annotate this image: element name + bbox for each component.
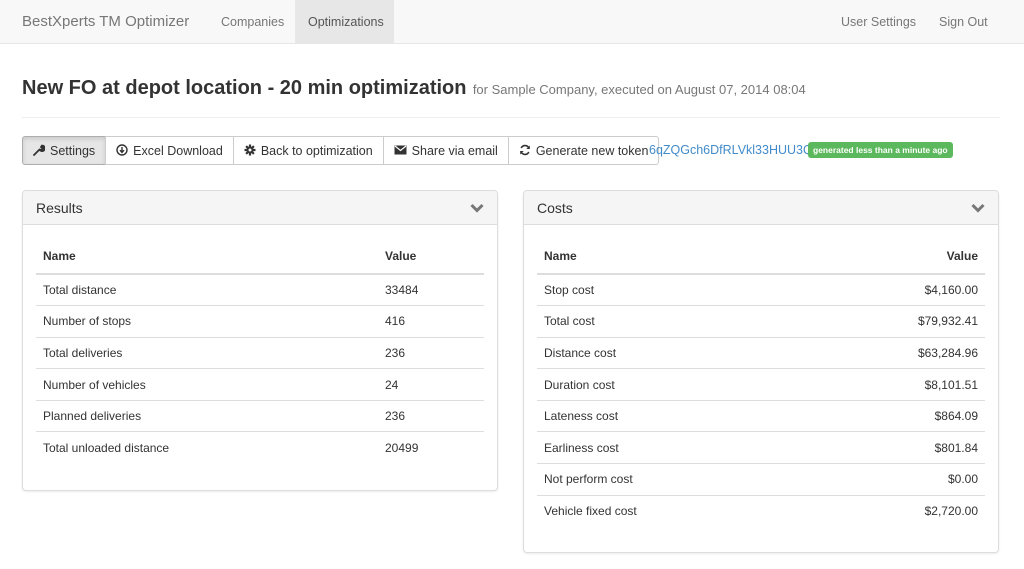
- cog-icon: [244, 144, 256, 158]
- nav-sign-out[interactable]: Sign Out: [926, 0, 1001, 44]
- results-panel-title: Results: [36, 200, 83, 216]
- row-value: 416: [378, 305, 484, 338]
- download-circle-icon: [116, 143, 128, 158]
- token-status-badge: generated less than a minute ago: [808, 142, 953, 158]
- column-header-name: Name: [537, 239, 802, 275]
- wrench-icon: [33, 144, 46, 158]
- generate-new-token-button-label: Generate new token: [535, 143, 649, 158]
- costs-panel-title: Costs: [537, 200, 573, 216]
- share-via-email-button-label: Share via email: [411, 143, 498, 158]
- table-row: Number of stops 416: [36, 305, 484, 338]
- envelope-icon: [394, 145, 407, 157]
- row-value: $63,284.96: [801, 337, 985, 370]
- column-header-value: Value: [378, 239, 484, 275]
- row-name: Earliness cost: [537, 431, 802, 465]
- table-row: Not perform cost $0.00: [537, 463, 985, 496]
- navbar: BestXperts TM Optimizer Companies Optimi…: [0, 0, 1024, 44]
- row-name: Vehicle fixed cost: [544, 504, 637, 519]
- row-value: $801.84: [801, 431, 985, 465]
- row-value: $8,101.51: [801, 368, 985, 401]
- settings-button[interactable]: Settings: [22, 136, 107, 165]
- nav-user-settings[interactable]: User Settings: [828, 0, 929, 44]
- row-value: 33484: [378, 274, 484, 307]
- table-row: Vehicle fixed cost $2,720.00: [537, 495, 985, 527]
- nav-companies[interactable]: Companies: [208, 0, 297, 44]
- table-row: Distance cost $63,284.96: [537, 337, 985, 370]
- page-subtitle: for Sample Company, executed on August 0…: [472, 82, 806, 97]
- share-token-link[interactable]: 6qZQGch6DfRLVkl33HUU3Q: [649, 143, 813, 157]
- results-panel-heading[interactable]: Results: [23, 191, 497, 225]
- table-row: Earliness cost $801.84: [537, 431, 985, 465]
- costs-table-header: Name Value: [537, 239, 985, 275]
- refresh-icon: [519, 144, 531, 158]
- column-header-name: Name: [36, 239, 378, 275]
- results-table: Name Value Total distance 33484 Number of…: [36, 239, 484, 464]
- row-name: Total distance: [36, 274, 378, 307]
- row-name: Stop cost: [537, 274, 802, 307]
- excel-download-button-label: Excel Download: [133, 143, 223, 158]
- results-table-header: Name Value: [36, 239, 484, 275]
- table-row: Planned deliveries 236: [36, 400, 484, 433]
- row-name: Number of vehicles: [36, 368, 378, 401]
- generate-new-token-button[interactable]: Generate new token: [507, 136, 660, 165]
- row-name: Distance cost: [537, 337, 802, 370]
- row-value: $79,932.41: [801, 305, 985, 338]
- chevron-down-icon[interactable]: [971, 202, 985, 213]
- table-row: Total cost $79,932.41: [537, 305, 985, 338]
- row-value: 236: [378, 400, 484, 433]
- table-row: Stop cost $4,160.00: [537, 274, 985, 307]
- row-value: 20499: [385, 441, 419, 456]
- back-to-optimization-button[interactable]: Back to optimization: [232, 136, 384, 165]
- costs-panel-heading[interactable]: Costs: [524, 191, 998, 225]
- row-value: $2,720.00: [924, 504, 978, 519]
- row-name: Number of stops: [36, 305, 378, 338]
- brand-logo[interactable]: BestXperts TM Optimizer: [22, 0, 189, 44]
- results-panel: Results Name Value Total distance 33484 N…: [22, 190, 498, 491]
- table-row: Total unloaded distance 20499: [36, 432, 484, 464]
- row-name: Not perform cost: [537, 463, 802, 496]
- row-name: Lateness cost: [537, 400, 802, 433]
- row-value: $864.09: [801, 400, 985, 433]
- row-name: Planned deliveries: [36, 400, 378, 433]
- excel-download-button[interactable]: Excel Download: [105, 136, 234, 165]
- column-header-value: Value: [801, 239, 985, 275]
- table-row: Lateness cost $864.09: [537, 400, 985, 433]
- share-via-email-button[interactable]: Share via email: [382, 136, 509, 165]
- settings-button-label: Settings: [50, 143, 96, 158]
- table-row: Total distance 33484: [36, 274, 484, 307]
- row-value: 24: [378, 368, 484, 401]
- row-name: Total deliveries: [36, 337, 378, 370]
- nav-optimizations[interactable]: Optimizations: [295, 0, 394, 44]
- costs-table: Name Value Stop cost $4,160.00 Total cost…: [537, 239, 985, 527]
- action-toolbar: Settings Excel Download Back to optimiza…: [22, 136, 660, 165]
- table-row: Number of vehicles 24: [36, 368, 484, 401]
- chevron-down-icon[interactable]: [470, 202, 484, 213]
- row-name: Total cost: [537, 305, 802, 338]
- back-to-optimization-button-label: Back to optimization: [260, 143, 373, 158]
- row-value: $4,160.00: [801, 274, 985, 307]
- row-value: 236: [378, 337, 484, 370]
- table-row: Duration cost $8,101.51: [537, 368, 985, 401]
- header-divider: [22, 117, 1000, 118]
- row-name: Duration cost: [537, 368, 802, 401]
- row-name: Total unloaded distance: [43, 441, 170, 456]
- row-value: $0.00: [801, 463, 985, 496]
- table-row: Total deliveries 236: [36, 337, 484, 370]
- page-header: New FO at depot location - 20 min optimi…: [22, 77, 806, 100]
- costs-panel: Costs Name Value Stop cost $4,160.00 Tota…: [523, 190, 999, 553]
- page-title: New FO at depot location - 20 min optimi…: [22, 77, 467, 99]
